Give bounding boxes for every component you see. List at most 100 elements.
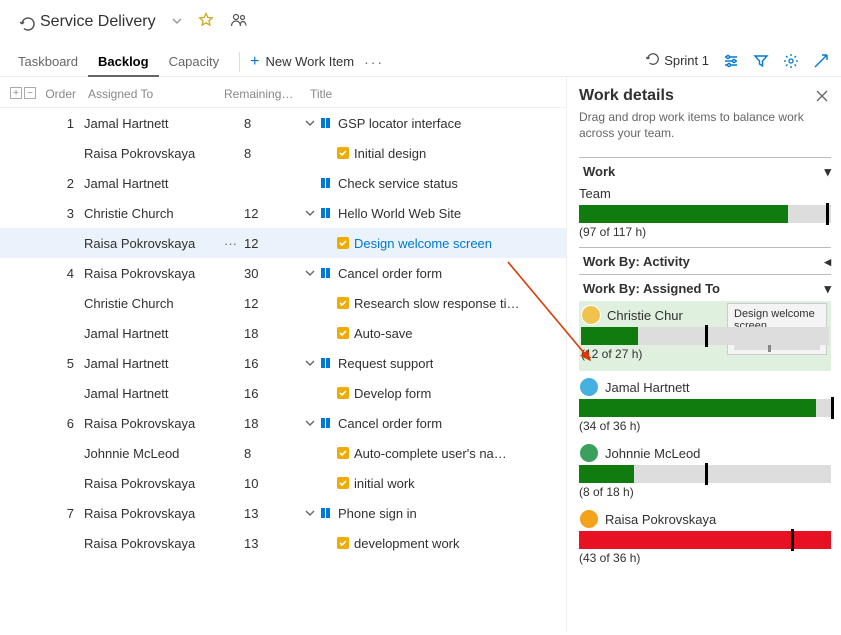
tab-taskboard[interactable]: Taskboard (8, 46, 88, 77)
work-item-title[interactable]: development work (354, 536, 460, 551)
row-assigned: Johnnie McLeod (84, 446, 224, 461)
new-work-item-button[interactable]: + New Work Item (250, 53, 354, 71)
table-row[interactable]: Johnnie McLeod···8Auto-complete user's n… (0, 438, 566, 468)
avatar (581, 305, 601, 325)
gear-icon[interactable] (783, 53, 799, 69)
work-item-title[interactable]: Phone sign in (338, 506, 417, 521)
chevron-down-icon[interactable] (168, 12, 186, 31)
expand-chevron-icon[interactable] (304, 118, 316, 128)
column-order[interactable]: Order (44, 87, 84, 101)
row-title-cell: Design welcome screen (304, 236, 566, 251)
row-assigned: Jamal Hartnett (84, 116, 224, 131)
expand-chevron-icon[interactable] (304, 268, 316, 278)
table-row[interactable]: Jamal Hartnett···16Develop form (0, 378, 566, 408)
row-title-cell: Cancel order form (304, 266, 566, 281)
work-item-title[interactable]: Cancel order form (338, 416, 442, 431)
more-actions-button[interactable]: ··· (364, 54, 384, 70)
expand-chevron-icon[interactable] (304, 208, 316, 218)
work-item-title[interactable]: Initial design (354, 146, 426, 161)
row-assigned: Raisa Pokrovskaya (84, 506, 224, 521)
table-row[interactable]: Raisa Pokrovskaya···12Design welcome scr… (0, 228, 566, 258)
row-assigned: Raisa Pokrovskaya (84, 146, 224, 161)
table-row[interactable]: 7Raisa Pokrovskaya···13Phone sign in (0, 498, 566, 528)
work-item-title[interactable]: Cancel order form (338, 266, 442, 281)
pbi-icon (320, 506, 334, 520)
work-item-title[interactable]: GSP locator interface (338, 116, 461, 131)
section-activity[interactable]: Work By: Activity ◂ (579, 247, 831, 274)
row-remaining: 12 (244, 206, 304, 221)
assigned-capacity-block[interactable]: Raisa Pokrovskaya(43 of 36 h) (579, 507, 831, 565)
new-work-item-label: New Work Item (265, 54, 354, 69)
grid-header: + − Order Assigned To Remaining… Title (0, 81, 566, 108)
favorite-star-icon[interactable] (194, 10, 218, 33)
row-assigned: Raisa Pokrovskaya (84, 266, 224, 281)
page-title: Service Delivery (40, 13, 156, 31)
expand-all-button[interactable]: + (10, 87, 22, 99)
tab-capacity[interactable]: Capacity (159, 46, 230, 77)
person-name: Christie Chur (607, 308, 683, 323)
collapse-all-button[interactable]: − (24, 87, 36, 99)
table-row[interactable]: Christie Church···12Research slow respon… (0, 288, 566, 318)
assigned-capacity-block[interactable]: Jamal Hartnett (34 of 36 h) (579, 375, 831, 433)
table-row[interactable]: 5Jamal Hartnett···16Request support (0, 348, 566, 378)
work-item-title[interactable]: Develop form (354, 386, 431, 401)
work-item-title[interactable]: Research slow response ti… (354, 296, 519, 311)
task-icon (336, 296, 350, 310)
iteration-picker[interactable]: Sprint 1 (646, 52, 709, 69)
avatar (579, 377, 599, 397)
work-item-title[interactable]: initial work (354, 476, 415, 491)
close-icon[interactable] (815, 89, 829, 106)
row-remaining: 18 (244, 326, 304, 341)
expand-chevron-icon[interactable] (304, 358, 316, 368)
work-item-title[interactable]: Design welcome screen (354, 236, 492, 251)
settings-sliders-icon[interactable] (723, 53, 739, 69)
panel-heading: Work details (579, 87, 831, 105)
table-row[interactable]: 6Raisa Pokrovskaya···18Cancel order form (0, 408, 566, 438)
row-remaining: 13 (244, 536, 304, 551)
section-work[interactable]: Work ▾ (579, 157, 831, 184)
filter-funnel-icon[interactable] (753, 53, 769, 69)
person-name: Jamal Hartnett (605, 380, 690, 395)
assigned-capacity-block[interactable]: Christie ChurDesign welcome screen(12 of… (579, 301, 831, 371)
pbi-icon (320, 176, 334, 190)
row-remaining: 12 (244, 296, 304, 311)
tab-backlog[interactable]: Backlog (88, 46, 159, 77)
table-row[interactable]: 1Jamal Hartnett···8GSP locator interface (0, 108, 566, 138)
team-capacity-bar (579, 205, 831, 223)
avatar (579, 509, 599, 529)
table-row[interactable]: Raisa Pokrovskaya···10initial work (0, 468, 566, 498)
capacity-text: (34 of 36 h) (579, 419, 831, 433)
column-title[interactable]: Title (304, 87, 566, 101)
row-title-cell: Phone sign in (304, 506, 566, 521)
expand-chevron-icon[interactable] (304, 508, 316, 518)
row-remaining: 16 (244, 356, 304, 371)
work-item-title[interactable]: Auto-complete user's na… (354, 446, 507, 461)
row-more-icon[interactable]: ··· (224, 236, 244, 251)
table-row[interactable]: Raisa Pokrovskaya···13development work (0, 528, 566, 558)
column-assigned[interactable]: Assigned To (84, 87, 224, 101)
work-item-title[interactable]: Hello World Web Site (338, 206, 461, 221)
expand-chevron-icon[interactable] (304, 418, 316, 428)
table-row[interactable]: 3Christie Church···12Hello World Web Sit… (0, 198, 566, 228)
table-row[interactable]: Jamal Hartnett···18Auto-save (0, 318, 566, 348)
row-remaining: 16 (244, 386, 304, 401)
row-title-cell: Cancel order form (304, 416, 566, 431)
row-title-cell: Check service status (304, 176, 566, 191)
row-order: 7 (0, 506, 84, 521)
section-assigned[interactable]: Work By: Assigned To ▾ (579, 274, 831, 301)
work-item-title[interactable]: Request support (338, 356, 433, 371)
assigned-capacity-block[interactable]: Johnnie McLeod(8 of 18 h) (579, 441, 831, 499)
fullscreen-icon[interactable] (813, 53, 829, 69)
task-icon (336, 146, 350, 160)
work-item-title[interactable]: Auto-save (354, 326, 413, 341)
row-assigned: Jamal Hartnett (84, 326, 224, 341)
table-row[interactable]: 4Raisa Pokrovskaya···30Cancel order form (0, 258, 566, 288)
team-icon[interactable] (226, 10, 252, 33)
capacity-bar (579, 465, 831, 483)
pbi-icon (320, 356, 334, 370)
table-row[interactable]: 2Jamal Hartnett···Check service status (0, 168, 566, 198)
plus-icon: + (250, 53, 259, 71)
table-row[interactable]: Raisa Pokrovskaya···8Initial design (0, 138, 566, 168)
column-remaining[interactable]: Remaining… (224, 87, 304, 101)
work-item-title[interactable]: Check service status (338, 176, 458, 191)
